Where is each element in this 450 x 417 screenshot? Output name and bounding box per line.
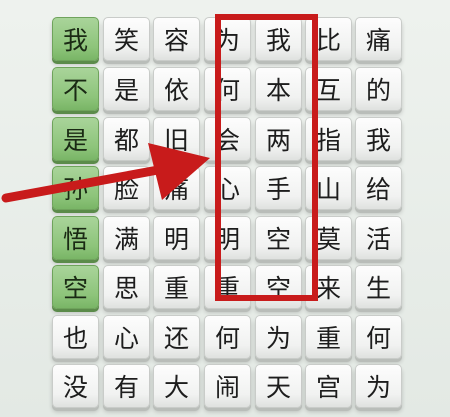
char-tile-r5-c2[interactable]: 重 [153, 265, 200, 309]
char-tile-r2-c3[interactable]: 会 [204, 117, 251, 161]
char-tile-r1-c3[interactable]: 何 [204, 67, 251, 111]
char-tile-r3-c4[interactable]: 手 [255, 166, 302, 210]
char-tile-r7-c6[interactable]: 为 [355, 364, 402, 408]
char-tile-r1-c1[interactable]: 是 [103, 67, 150, 111]
char-tile-r7-c2[interactable]: 大 [153, 364, 200, 408]
char-tile-r1-c5[interactable]: 互 [305, 67, 352, 111]
char-tile-r3-c1[interactable]: 脸 [103, 166, 150, 210]
char-tile-r3-c5[interactable]: 山 [305, 166, 352, 210]
char-tile-r1-c4[interactable]: 本 [255, 67, 302, 111]
char-tile-r2-c1[interactable]: 都 [103, 117, 150, 161]
char-tile-r5-c5[interactable]: 来 [305, 265, 352, 309]
char-tile-r0-c4[interactable]: 我 [255, 17, 302, 61]
char-tile-r6-c1[interactable]: 心 [103, 315, 150, 359]
char-tile-r1-c0[interactable]: 不 [52, 67, 99, 111]
char-tile-r0-c2[interactable]: 容 [153, 17, 200, 61]
char-tile-r0-c5[interactable]: 比 [305, 17, 352, 61]
char-tile-r6-c6[interactable]: 何 [355, 315, 402, 359]
char-tile-r2-c5[interactable]: 指 [305, 117, 352, 161]
char-tile-r3-c0[interactable]: 孙 [52, 166, 99, 210]
char-tile-r4-c0[interactable]: 悟 [52, 216, 99, 260]
char-tile-r0-c0[interactable]: 我 [52, 17, 99, 61]
char-tile-r7-c4[interactable]: 天 [255, 364, 302, 408]
char-tile-r3-c3[interactable]: 心 [204, 166, 251, 210]
char-tile-r6-c5[interactable]: 重 [305, 315, 352, 359]
char-tile-r5-c1[interactable]: 思 [103, 265, 150, 309]
char-tile-r4-c5[interactable]: 莫 [305, 216, 352, 260]
char-tile-r6-c0[interactable]: 也 [52, 315, 99, 359]
char-tile-r7-c1[interactable]: 有 [103, 364, 150, 408]
char-tile-r4-c3[interactable]: 明 [204, 216, 251, 260]
char-tile-r5-c6[interactable]: 生 [355, 265, 402, 309]
char-tile-r7-c5[interactable]: 宫 [305, 364, 352, 408]
char-tile-r2-c4[interactable]: 两 [255, 117, 302, 161]
char-tile-r1-c6[interactable]: 的 [355, 67, 402, 111]
char-tile-r2-c2[interactable]: 旧 [153, 117, 200, 161]
char-tile-r3-c6[interactable]: 给 [355, 166, 402, 210]
char-tile-r5-c0[interactable]: 空 [52, 265, 99, 309]
char-tile-r6-c3[interactable]: 何 [204, 315, 251, 359]
char-tile-r2-c6[interactable]: 我 [355, 117, 402, 161]
char-tile-r4-c2[interactable]: 明 [153, 216, 200, 260]
char-tile-r1-c2[interactable]: 依 [153, 67, 200, 111]
char-tile-r0-c3[interactable]: 为 [204, 17, 251, 61]
char-tile-r5-c4[interactable]: 空 [255, 265, 302, 309]
char-tile-r4-c4[interactable]: 空 [255, 216, 302, 260]
game-board: 我笑容为我比痛不是依何本互的是都旧会两指我孙脸痛心手山给悟满明明空莫活空思重重空… [0, 0, 450, 417]
char-tile-r2-c0[interactable]: 是 [52, 117, 99, 161]
char-tile-r3-c2[interactable]: 痛 [153, 166, 200, 210]
char-tile-r6-c2[interactable]: 还 [153, 315, 200, 359]
char-tile-r6-c4[interactable]: 为 [255, 315, 302, 359]
char-tile-r5-c3[interactable]: 重 [204, 265, 251, 309]
char-tile-r7-c0[interactable]: 没 [52, 364, 99, 408]
char-tile-r4-c1[interactable]: 满 [103, 216, 150, 260]
char-tile-r7-c3[interactable]: 闹 [204, 364, 251, 408]
char-tile-r4-c6[interactable]: 活 [355, 216, 402, 260]
char-tile-r0-c6[interactable]: 痛 [355, 17, 402, 61]
char-tile-r0-c1[interactable]: 笑 [103, 17, 150, 61]
